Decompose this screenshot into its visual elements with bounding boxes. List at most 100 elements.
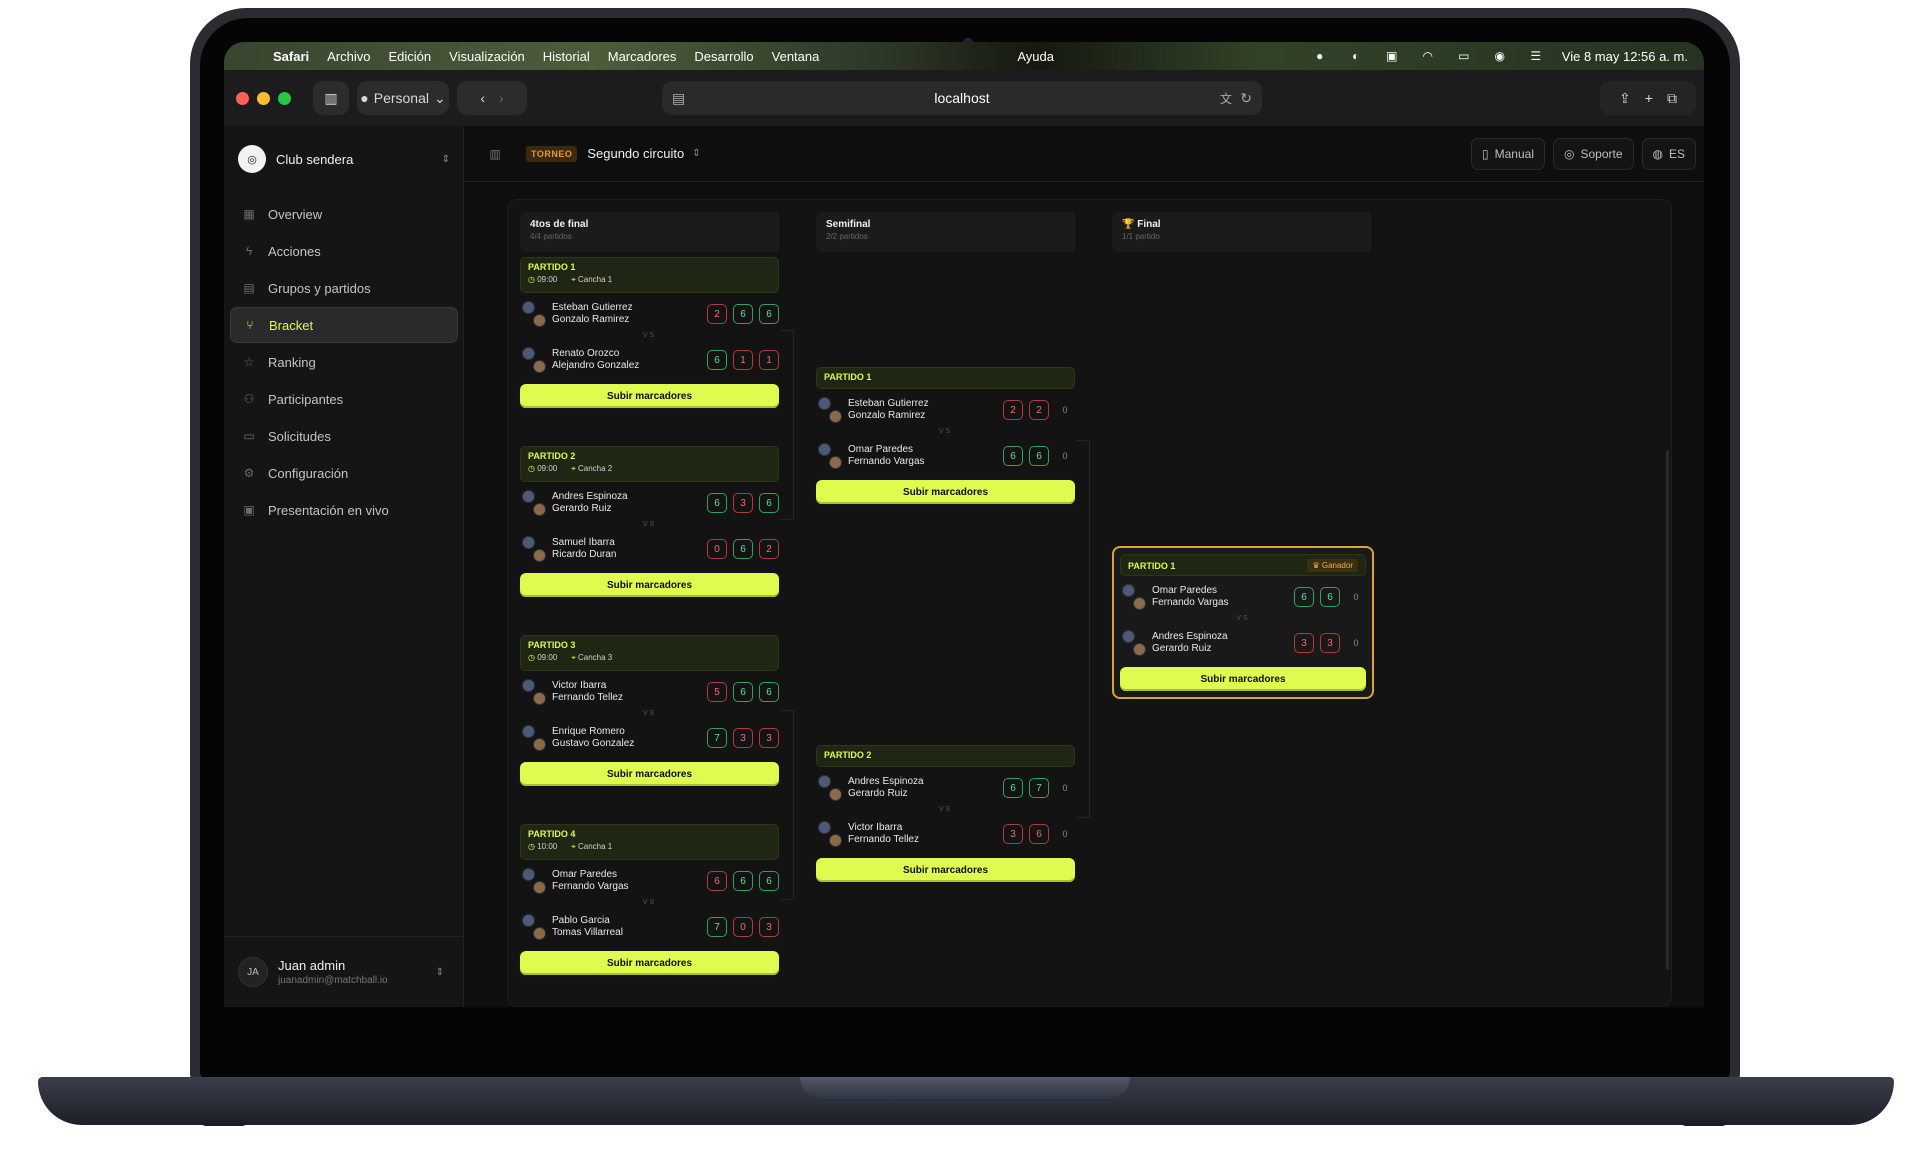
sidebar-nav: ▦ Overview ϟ Acciones ▤ Grupos y partidos ⑂… <box>230 196 458 529</box>
match-title-row: PARTIDO 2 <box>824 750 1067 760</box>
player-name: Omar Paredes <box>552 869 618 880</box>
set-score: 2 <box>759 539 779 559</box>
tabs-overview-icon[interactable]: ⧉ <box>1667 90 1677 107</box>
battery-icon[interactable]: ▭ <box>1454 48 1474 64</box>
location-icon: ⌖ <box>571 275 578 284</box>
zoom-window-button[interactable] <box>278 91 291 105</box>
reload-icon[interactable]: ↻ <box>1240 90 1252 107</box>
menu-marcadores[interactable]: Marcadores <box>599 49 686 64</box>
sidebar-item-participantes[interactable]: ⚇ Participantes <box>230 381 458 417</box>
profile-button[interactable]: ● Personal ⌄ <box>357 81 449 115</box>
sidebar-item-configuracion[interactable]: ⚙ Configuración <box>230 455 458 491</box>
user-name: Juan admin <box>278 958 346 973</box>
wifi-icon[interactable]: ◠ <box>1418 48 1438 64</box>
location-icon: ⌖ <box>571 464 578 473</box>
share-icon[interactable]: ⇪ <box>1619 90 1631 107</box>
player-avatar <box>522 490 535 503</box>
player-name: Gustavo Gonzalez <box>552 738 635 749</box>
menu-desarrollo[interactable]: Desarrollo <box>685 49 762 64</box>
sidebar-toggle-icon[interactable]: ▥ <box>313 81 349 115</box>
team-avatars <box>522 489 546 517</box>
menu-archivo[interactable]: Archivo <box>318 49 379 64</box>
sidebar-item-label: Acciones <box>268 243 321 259</box>
right-toolbar: ⇪ + ⧉ <box>1600 81 1696 115</box>
back-icon[interactable]: ‹ <box>480 90 485 106</box>
score-group: 062 <box>707 539 779 559</box>
score-group: 66 0 <box>1294 587 1366 607</box>
minimize-window-button[interactable] <box>257 91 270 105</box>
tournament-name[interactable]: Segundo circuito <box>587 146 684 161</box>
team-row: Samuel Ibarra Ricardo Duran 0 6 2 <box>520 531 779 567</box>
bracket-connector <box>1076 440 1090 818</box>
menu-edicion[interactable]: Edición <box>380 49 441 64</box>
language-button[interactable]: ◍ ES <box>1641 138 1696 170</box>
sidebar-item-ranking[interactable]: ☆ Ranking <box>230 344 458 380</box>
bolt-icon: ϟ <box>245 244 253 258</box>
page-menu-icon[interactable]: ▤ <box>672 90 685 107</box>
status-area: ● ◐ ▣ ◠ ▭ ◉ ☰ Vie 8 may 12:56 a. m. <box>1310 42 1704 70</box>
clock-icon: ◷ <box>528 842 538 851</box>
inbox-icon: ▭ <box>243 429 255 443</box>
app: ◎ Club sendera ⇕ ▦ Overview ϟ Acciones ▤ Gr… <box>224 126 1704 1007</box>
manual-button[interactable]: ▯ Manual <box>1471 138 1545 170</box>
match-title-row: PARTIDO 1 <box>528 262 771 272</box>
menu-ventana[interactable]: Ventana <box>763 49 829 64</box>
support-button[interactable]: ◎ Soporte <box>1552 138 1634 170</box>
match-court: ⌖ Cancha 1 <box>571 275 612 285</box>
match-court-value: Cancha 1 <box>577 275 613 284</box>
team-avatars <box>522 678 546 706</box>
upload-scores-button[interactable]: Subir marcadores <box>520 384 779 408</box>
score-group: 66 0 <box>1003 446 1075 466</box>
upload-scores-button[interactable]: Subir marcadores <box>816 858 1075 882</box>
set-score: 2 <box>707 304 727 324</box>
team-avatars <box>522 300 546 328</box>
round-subtitle: 2/2 partidos <box>826 232 868 241</box>
sidebar-item-presentacion[interactable]: ▣ Presentación en vivo <box>230 492 458 528</box>
calendar-icon: ▣ <box>243 503 255 517</box>
upload-scores-button[interactable]: Subir marcadores <box>520 762 779 786</box>
user-menu[interactable]: JA Juan admin juanadmin@matchball.io ⇕ <box>224 936 464 1007</box>
set-score: 6 <box>1029 824 1049 844</box>
match-time: ◷ 09:00 <box>528 653 557 663</box>
sidebar-item-overview[interactable]: ▦ Overview <box>230 196 458 232</box>
menubar-clock[interactable]: Vie 8 may 12:56 a. m. <box>1562 49 1688 64</box>
round-title: 🏆 Final <box>1122 219 1361 230</box>
player-name: Gerardo Ruiz <box>1152 643 1212 654</box>
upload-scores-button[interactable]: Subir marcadores <box>520 951 779 975</box>
menu-historial[interactable]: Historial <box>534 49 599 64</box>
team-names: Andres Espinoza Gerardo Ruiz <box>552 491 628 515</box>
close-window-button[interactable] <box>236 91 249 105</box>
menu-visualizacion[interactable]: Visualización <box>440 49 534 64</box>
team-row: Esteban Gutierrez Gonzalo Ramirez 2 2 0 <box>816 392 1075 428</box>
chat-status-icon[interactable]: ◐ <box>1346 48 1366 64</box>
clipboard-status-icon[interactable]: ▣ <box>1382 48 1402 64</box>
player-name: Esteban Gutierrez <box>552 302 633 313</box>
chevron-updown-icon[interactable]: ⇕ <box>692 148 700 159</box>
translate-icon[interactable]: 文 <box>1220 90 1232 107</box>
scrollbar[interactable] <box>1666 450 1669 970</box>
sidebar-item-grupos[interactable]: ▤ Grupos y partidos <box>230 270 458 306</box>
sidebar-item-acciones[interactable]: ϟ Acciones <box>230 233 458 269</box>
new-tab-icon[interactable]: + <box>1645 90 1653 106</box>
app-status-icon[interactable]: ● <box>1310 48 1330 64</box>
upload-scores-button[interactable]: Subir marcadores <box>1120 667 1366 691</box>
menu-ayuda[interactable]: Ayuda <box>1008 49 1063 64</box>
upload-scores-button[interactable]: Subir marcadores <box>816 480 1075 504</box>
player-avatar <box>533 314 546 327</box>
sidebar-item-bracket[interactable]: ⑂ Bracket <box>230 307 458 343</box>
sidebar-item-solicitudes[interactable]: ▭ Solicitudes <box>230 418 458 454</box>
menu-app[interactable]: Safari <box>264 49 318 64</box>
match-time-value: 09:00 <box>537 464 558 473</box>
nav-buttons: ‹ › <box>457 81 527 115</box>
team-row: Omar Paredes Fernando Vargas 6 6 6 <box>520 863 779 899</box>
forward-icon[interactable]: › <box>499 90 504 106</box>
player-avatar <box>1133 643 1146 656</box>
control-center-icon[interactable]: ☰ <box>1526 48 1546 64</box>
club-switcher[interactable]: ◎ Club sendera ⇕ <box>238 142 450 176</box>
set-score: 2 <box>1029 400 1049 420</box>
table-icon: ▤ <box>243 281 255 295</box>
url-bar[interactable]: ▤ localhost 文 ↻ <box>662 81 1262 115</box>
user-switch-icon[interactable]: ◉ <box>1490 48 1510 64</box>
sidebar-collapse-icon[interactable]: ▥ <box>488 147 502 161</box>
upload-scores-button[interactable]: Subir marcadores <box>520 573 779 597</box>
